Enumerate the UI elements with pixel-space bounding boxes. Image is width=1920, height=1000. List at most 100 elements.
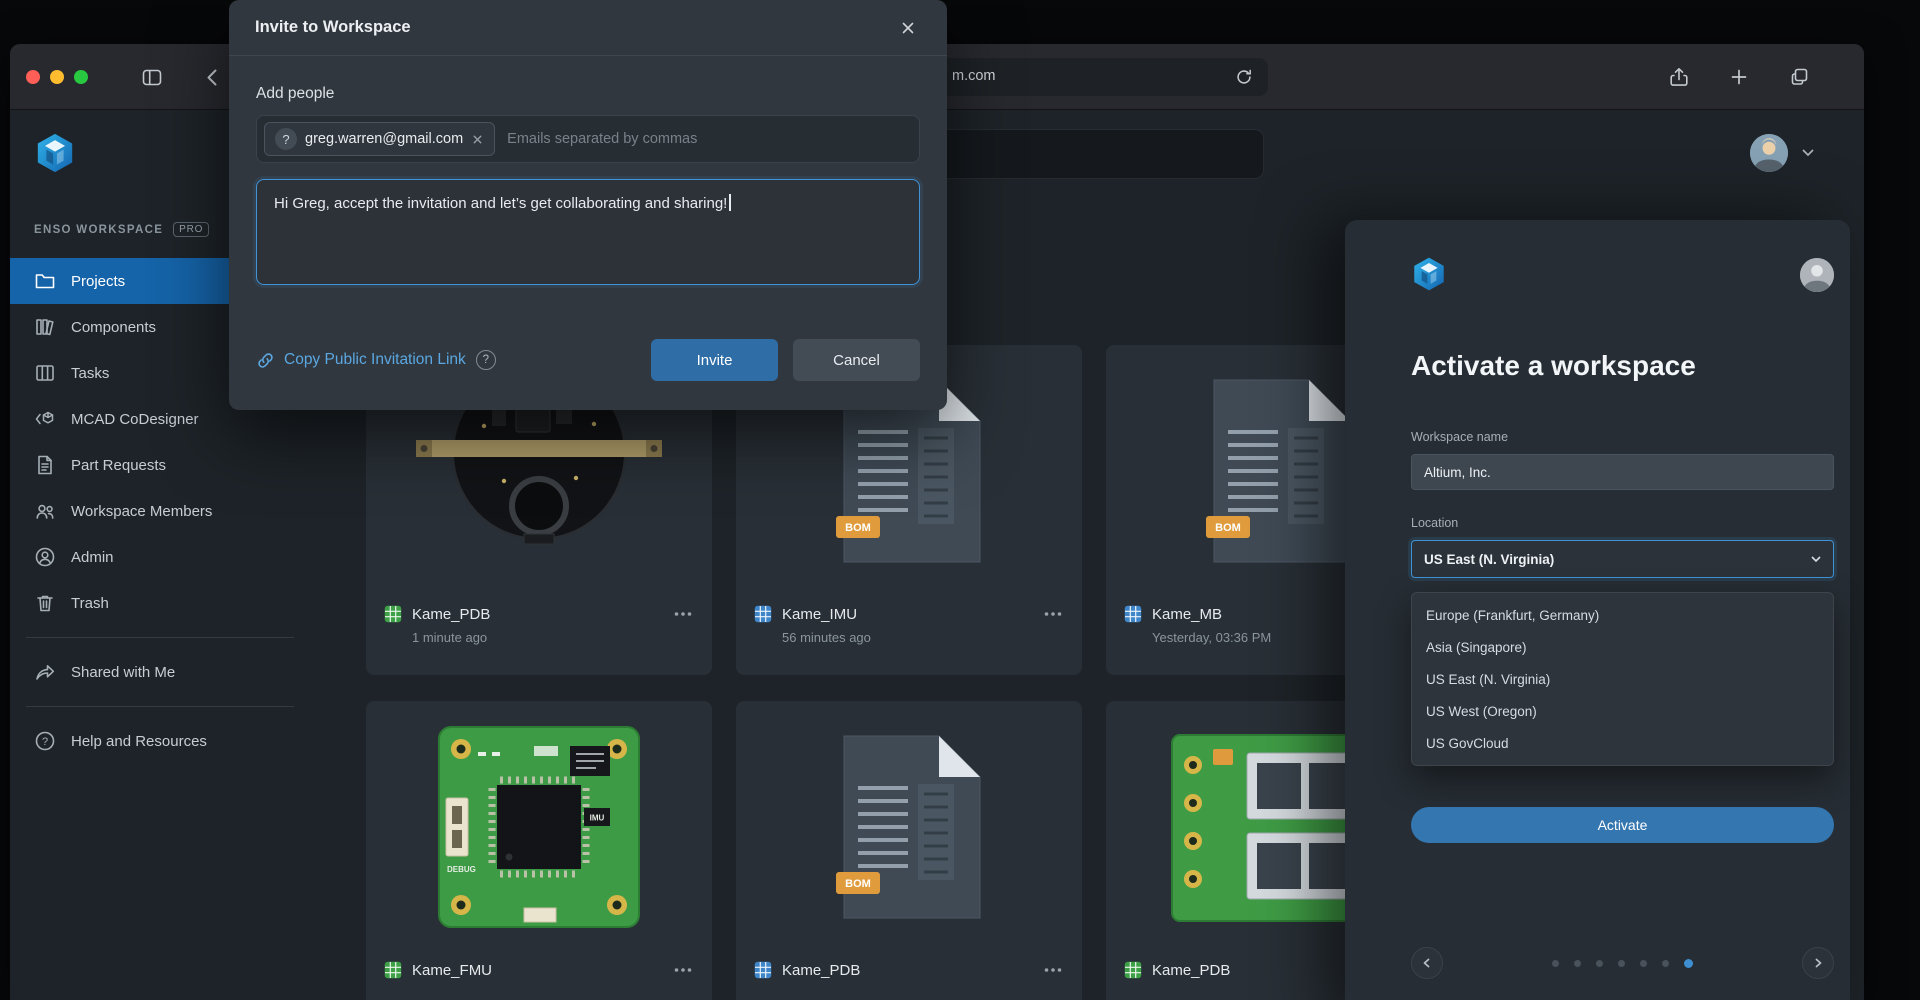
card-footer: Kame_FMU [366, 953, 712, 979]
sidebar-item-label: Admin [71, 549, 114, 566]
zoom-window-button[interactable] [74, 70, 88, 84]
help-icon: ? [34, 730, 56, 752]
card-footer: Kame_PDB [736, 953, 1082, 979]
card-menu-icon[interactable] [672, 963, 694, 977]
project-name: Kame_MB [1152, 606, 1222, 623]
share-arrow-icon [34, 661, 56, 683]
unknown-user-icon: ? [275, 128, 297, 150]
library-icon [34, 316, 56, 338]
project-modified-time: 56 minutes ago [782, 630, 1064, 645]
modal-title: Invite to Workspace [255, 18, 411, 37]
altium-logo[interactable] [34, 132, 76, 174]
carousel-dot[interactable] [1574, 960, 1581, 967]
add-people-label: Add people [256, 85, 920, 103]
back-icon[interactable] [202, 66, 224, 88]
bom-badge: BOM [845, 522, 871, 534]
carousel-dot[interactable] [1618, 960, 1625, 967]
document-request-icon [34, 454, 56, 476]
card-menu-icon[interactable] [1042, 963, 1064, 977]
invite-message-textarea[interactable]: Hi Greg, accept the invitation and let’s… [256, 179, 920, 285]
sidebar-divider [26, 706, 294, 707]
remove-email-icon[interactable] [471, 133, 484, 146]
card-footer: Kame_PDB 1 minute ago [366, 597, 712, 645]
url-text: m.com [952, 68, 996, 84]
project-name: Kame_PDB [782, 962, 860, 979]
projects-grid: Kame_PDB 1 minute ago BOM [366, 345, 1452, 1000]
panel-title: Activate a workspace [1411, 350, 1696, 382]
email-input[interactable]: ? greg.warren@gmail.com Emails separated… [256, 115, 920, 163]
carousel-dot[interactable] [1640, 960, 1647, 967]
project-name: Kame_PDB [412, 606, 490, 623]
project-card[interactable]: BOM Kame_PDB [736, 701, 1082, 1000]
share-icon[interactable] [1668, 66, 1690, 88]
sidebar-item-trash[interactable]: Trash [10, 580, 310, 626]
project-grid-icon-green [384, 605, 402, 623]
modal-header: Invite to Workspace [229, 0, 947, 56]
tab-overview-icon[interactable] [1788, 66, 1810, 88]
carousel-next-icon[interactable] [1802, 947, 1834, 979]
sidebar-toggle-icon[interactable] [141, 66, 163, 88]
card-menu-icon[interactable] [1042, 607, 1064, 621]
close-window-button[interactable] [26, 70, 40, 84]
project-modified-time: 1 minute ago [412, 630, 694, 645]
sidebar-item-part-requests[interactable]: Part Requests [10, 442, 310, 488]
carousel-dot[interactable] [1596, 960, 1603, 967]
cancel-button[interactable]: Cancel [793, 339, 920, 381]
location-select[interactable]: US East (N. Virginia) [1411, 540, 1834, 578]
sidebar-item-label: Tasks [71, 365, 109, 382]
activate-button[interactable]: Activate [1411, 807, 1834, 843]
sidebar-item-label: Projects [71, 273, 125, 290]
close-icon[interactable] [895, 15, 921, 41]
location-option[interactable]: Europe (Frankfurt, Germany) [1412, 599, 1833, 631]
carousel-prev-icon[interactable] [1411, 947, 1443, 979]
project-grid-icon-blue [754, 605, 772, 623]
carousel-dot-active[interactable] [1684, 959, 1693, 968]
card-footer: Kame_IMU 56 minutes ago [736, 597, 1082, 645]
project-name: Kame_IMU [782, 606, 857, 623]
minimize-window-button[interactable] [50, 70, 64, 84]
workspace-name-label: Workspace name [1411, 430, 1508, 444]
chevron-down-icon[interactable] [1802, 149, 1814, 157]
admin-icon [34, 546, 56, 568]
carousel-dot[interactable] [1662, 960, 1669, 967]
sidebar-item-label: Part Requests [71, 457, 166, 474]
location-option[interactable]: US East (N. Virginia) [1412, 663, 1833, 695]
mcad-cube-icon [34, 408, 56, 430]
sidebar-item-workspace-members[interactable]: Workspace Members [10, 488, 310, 534]
email-chip-text: greg.warren@gmail.com [305, 131, 463, 147]
carousel-dot[interactable] [1552, 960, 1559, 967]
invite-to-workspace-modal: Invite to Workspace Add people ? greg.wa… [229, 0, 947, 410]
card-menu-icon[interactable] [672, 607, 694, 621]
copy-public-invitation-link[interactable]: Copy Public Invitation Link [256, 351, 466, 370]
project-grid-icon-green [1124, 961, 1142, 979]
svg-text:?: ? [42, 736, 48, 748]
bom-badge: BOM [1215, 522, 1241, 534]
folder-icon [34, 270, 56, 292]
sidebar-item-label: Trash [71, 595, 109, 612]
kanban-icon [34, 362, 56, 384]
link-icon [256, 351, 275, 370]
location-option[interactable]: US GovCloud [1412, 727, 1833, 759]
sidebar-item-label: Shared with Me [71, 664, 175, 681]
help-icon[interactable]: ? [476, 350, 496, 370]
thumbnail-pcb-green: IMU DEBUG [366, 701, 712, 953]
sidebar-item-label: MCAD CoDesigner [71, 411, 199, 428]
invite-button[interactable]: Invite [651, 339, 778, 381]
text-cursor [729, 194, 731, 211]
email-chip[interactable]: ? greg.warren@gmail.com [264, 122, 495, 156]
location-selected-value: US East (N. Virginia) [1424, 552, 1554, 567]
location-option[interactable]: Asia (Singapore) [1412, 631, 1833, 663]
project-card[interactable]: IMU DEBUG Kame_FMU [366, 701, 712, 1000]
new-tab-icon[interactable] [1728, 66, 1750, 88]
project-name: Kame_FMU [412, 962, 492, 979]
user-avatar[interactable] [1750, 134, 1788, 172]
sidebar-item-shared-with-me[interactable]: Shared with Me [10, 649, 310, 695]
location-option[interactable]: US West (Oregon) [1412, 695, 1833, 727]
sidebar-item-admin[interactable]: Admin [10, 534, 310, 580]
sidebar-item-help-and-resources[interactable]: ? Help and Resources [10, 718, 310, 764]
panel-user-avatar[interactable] [1800, 258, 1834, 292]
workspace-name-input[interactable] [1411, 454, 1834, 490]
reload-icon[interactable] [1234, 67, 1254, 87]
workspace-header: ENSO WORKSPACE PRO [34, 222, 209, 237]
email-input-placeholder: Emails separated by commas [507, 131, 697, 147]
